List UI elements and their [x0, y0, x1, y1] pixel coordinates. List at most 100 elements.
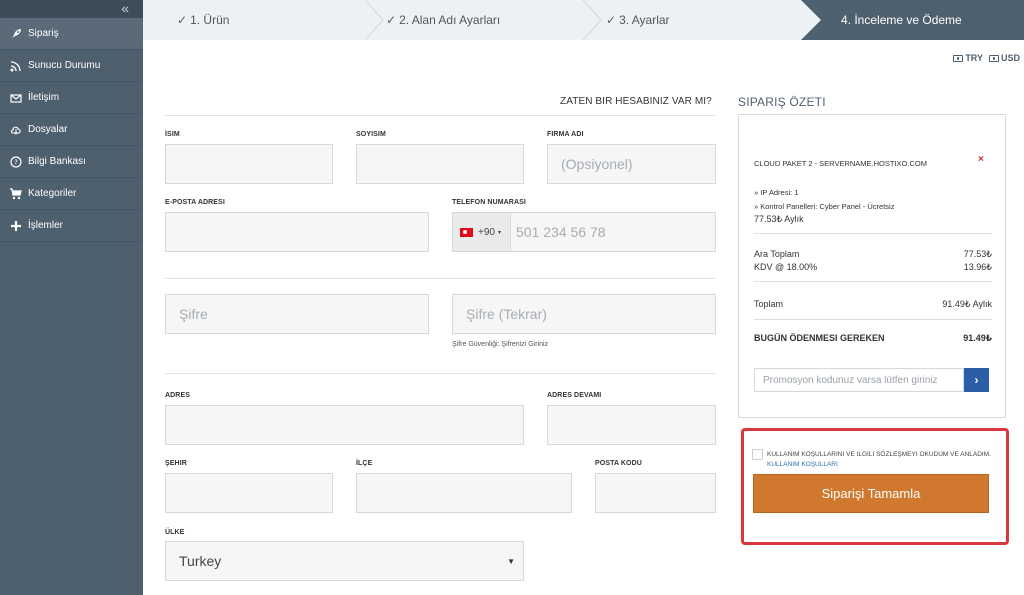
first-name-input[interactable]	[165, 144, 333, 184]
phone-placeholder: 501 234 56 78	[516, 224, 606, 240]
banknote-icon	[953, 54, 964, 62]
step-3[interactable]: ✓ 3. Ayarlar	[606, 0, 670, 40]
apply-promo-button[interactable]: ›	[964, 368, 989, 392]
step-4-active[interactable]: 4. İnceleme ve Ödeme	[821, 0, 1024, 40]
currency-try[interactable]: TRY	[953, 53, 983, 63]
due-today-value: 91.49₺	[963, 333, 992, 343]
terms-statement: KULLANIM KOŞULLARINI VE ILGILI SÖZLEŞMEY…	[767, 451, 991, 458]
password-strength-text: Şifre Güvenliği: Şifrenizi Giriniz	[452, 341, 549, 348]
step-label: 2. Alan Adı Ayarları	[399, 13, 501, 27]
product-option: » Kontrol Panelleri: Cyber Panel - Ücret…	[754, 202, 895, 211]
cloud-download-icon	[9, 123, 23, 137]
order-summary-panel: CLOUD PAKET 2 - SERVERNAME.HOSTIXO.COM ×…	[738, 116, 1006, 418]
total-label: Toplam	[754, 299, 784, 309]
sidebar-collapse-button[interactable]: «	[0, 0, 143, 18]
banknote-icon	[988, 54, 999, 62]
caret-down-icon: ▾	[497, 229, 501, 236]
sidebar-item-dosyalar[interactable]: Dosyalar	[0, 114, 143, 146]
phone-input[interactable]: +90 ▾ 501 234 56 78	[452, 212, 716, 252]
product-option: » IP Adresi: 1	[754, 188, 799, 197]
divider	[165, 278, 716, 279]
double-chevron-left-icon[interactable]: «	[121, 0, 129, 16]
divider	[165, 115, 716, 116]
city-input[interactable]	[165, 473, 333, 513]
divider	[165, 373, 716, 374]
step-2[interactable]: ✓ 2. Alan Adı Ayarları	[386, 0, 500, 40]
divider	[754, 233, 992, 234]
last-name-input[interactable]	[356, 144, 524, 184]
step-1[interactable]: ✓ 1. Ürün	[177, 0, 229, 40]
check-icon: ✓	[606, 13, 617, 27]
postcode-input[interactable]	[595, 473, 716, 513]
last-name-label: SOYISIM	[356, 131, 386, 138]
terms-text: KULLANIM KOŞULLARINI VE ILGILI SÖZLEŞMEY…	[767, 450, 992, 470]
password-repeat-input[interactable]: Şifre (Tekrar)	[452, 294, 716, 334]
company-input[interactable]: (Opsiyonel)	[547, 144, 716, 184]
divider	[754, 319, 992, 320]
complete-order-button[interactable]: Siparişi Tamamla	[753, 474, 989, 513]
tax-value: 13.96₺	[963, 262, 992, 272]
recurring-price: 77.53₺ Aylık	[754, 214, 804, 224]
city-label: ŞEHIR	[165, 460, 187, 467]
terms-link[interactable]: KULLANIM KOŞULLARI	[767, 461, 838, 468]
signal-icon	[9, 59, 23, 73]
remove-item-icon[interactable]: ×	[978, 154, 984, 165]
step-separator	[364, 0, 384, 40]
password-placeholder: Şifre	[179, 306, 208, 322]
sidebar-item-label: İletişim	[28, 92, 60, 103]
sidebar-item-label: İşlemler	[28, 220, 64, 231]
dial-code: +90	[478, 226, 495, 238]
currency-usd[interactable]: USD	[988, 53, 1020, 63]
district-input[interactable]	[356, 473, 572, 513]
password-input[interactable]: Şifre	[165, 294, 429, 334]
country-code-dropdown[interactable]: +90 ▾	[453, 213, 511, 251]
product-name: CLOUD PAKET 2 - SERVERNAME.HOSTIXO.COM	[754, 159, 927, 168]
country-label: ÜLKE	[165, 529, 185, 536]
address-input[interactable]	[165, 405, 524, 445]
password-repeat-placeholder: Şifre (Tekrar)	[466, 306, 547, 322]
sidebar-item-siparis[interactable]: Sipariş	[0, 18, 143, 50]
chevron-right-icon: ›	[974, 373, 979, 387]
due-today-label: BUGÜN ÖDENMESI GEREKEN	[754, 333, 885, 343]
question-circle-icon: ?	[9, 155, 23, 169]
step-label: 1. Ürün	[190, 13, 230, 27]
sidebar-item-islemler[interactable]: İşlemler	[0, 210, 143, 242]
address2-label: ADRES DEVAMI	[547, 392, 602, 399]
email-label: E-POSTA ADRESI	[165, 199, 225, 206]
order-summary-title: SIPARIŞ ÖZETI	[738, 95, 826, 109]
sidebar-item-iletisim[interactable]: İletişim	[0, 82, 143, 114]
check-icon: ✓	[386, 13, 397, 27]
checkout-steps: ✓ 1. Ürün ✓ 2. Alan Adı Ayarları ✓ 3. Ayarl…	[143, 0, 1024, 40]
district-label: İLÇE	[356, 460, 373, 467]
promo-code-input[interactable]: Promosyon kodunuz varsa lütfen giriniz	[754, 368, 964, 392]
subtotal-label: Ara Toplam	[754, 249, 800, 259]
company-label: FIRMA ADI	[547, 131, 584, 138]
rocket-icon	[9, 27, 23, 41]
sidebar-item-sunucu-durumu[interactable]: Sunucu Durumu	[0, 50, 143, 82]
first-name-label: İSIM	[165, 131, 180, 138]
sidebar-item-kategoriler[interactable]: Kategoriler	[0, 178, 143, 210]
svg-text:?: ?	[14, 158, 18, 166]
plus-icon	[9, 219, 23, 233]
accept-terms-checkbox[interactable]	[752, 449, 763, 460]
promo-placeholder: Promosyon kodunuz varsa lütfen giriniz	[763, 374, 938, 386]
have-account-link[interactable]: ZATEN BIR HESABINIZ VAR MI?	[560, 96, 712, 107]
email-input[interactable]	[165, 212, 429, 252]
currency-switcher: TRY USD	[953, 53, 1020, 63]
total-value: 91.49₺ Aylık	[942, 299, 992, 309]
terms-highlight-box: KULLANIM KOŞULLARINI VE ILGILI SÖZLEŞMEY…	[741, 428, 1009, 545]
country-select[interactable]: Turkey ▼	[165, 541, 524, 581]
postcode-label: POSTA KODU	[595, 460, 642, 467]
country-value: Turkey	[179, 553, 222, 569]
sidebar-item-bilgi-bankasi[interactable]: ? Bilgi Bankası	[0, 146, 143, 178]
phone-label: TELEFON NUMARASI	[452, 199, 526, 206]
tax-label: KDV @ 18.00%	[754, 262, 818, 272]
step-separator	[582, 0, 602, 40]
sidebar-item-label: Dosyalar	[28, 124, 68, 135]
sidebar: « Sipariş Sunucu Durumu İletişim Dosyala…	[0, 0, 143, 595]
active-step-arrow	[801, 0, 821, 40]
dropdown-arrow-icon: ▼	[507, 557, 515, 566]
sidebar-item-label: Bilgi Bankası	[28, 156, 86, 167]
address2-input[interactable]	[547, 405, 716, 445]
company-placeholder: (Opsiyonel)	[561, 156, 633, 172]
